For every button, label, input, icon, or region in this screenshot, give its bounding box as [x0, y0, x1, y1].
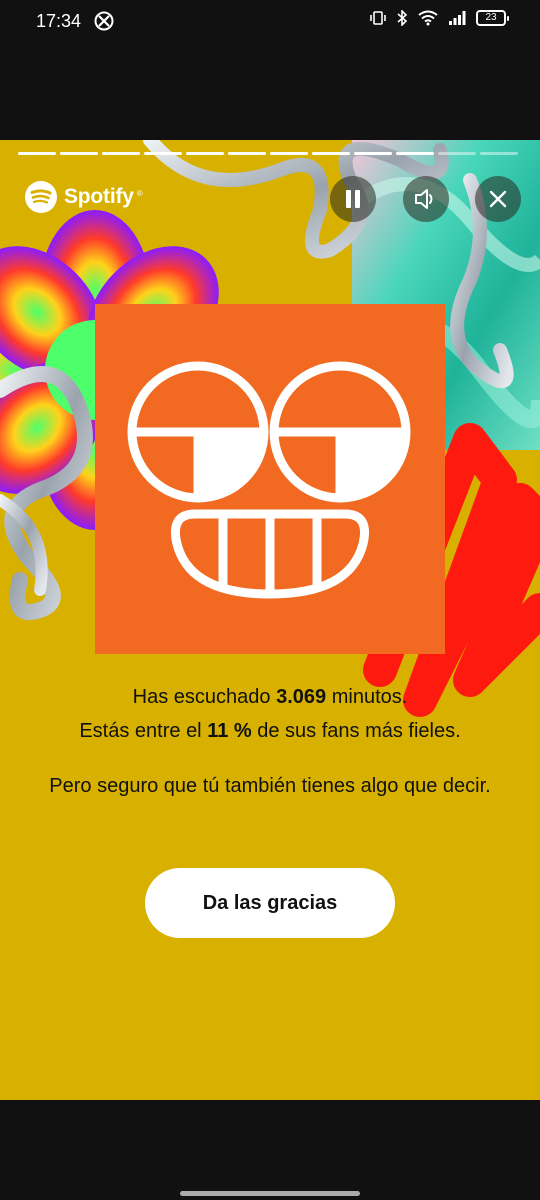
- close-button[interactable]: [475, 176, 521, 222]
- progress-segment: [270, 152, 308, 155]
- progress-segment: [144, 152, 182, 155]
- bluetooth-icon: [397, 10, 408, 26]
- vibrate-icon: [370, 11, 386, 25]
- status-bar: 17:34 23: [0, 0, 540, 42]
- spotify-logo-icon: [25, 181, 57, 213]
- wifi-icon: [418, 10, 438, 26]
- artist-cover-art: [95, 304, 445, 654]
- progress-segment: [102, 152, 140, 155]
- minutes-listened-text: Has escuchado 3.069 minutos.: [132, 686, 408, 708]
- brand-registered-mark: ®: [136, 188, 143, 198]
- fan-percent-value: 11 %: [207, 720, 252, 742]
- progress-segment: [186, 152, 224, 155]
- close-icon: [489, 190, 507, 208]
- story-card[interactable]: Spotify ® Has escuchado 3.069 minutos. E…: [0, 140, 540, 1100]
- story-message: Has escuchado 3.069 minutos. Estás entre…: [0, 680, 540, 802]
- smiling-face-illustration: [127, 361, 411, 599]
- progress-segment: [480, 152, 518, 155]
- story-progress: [18, 152, 518, 156]
- pause-icon: [346, 190, 360, 208]
- xbox-icon: [94, 11, 114, 31]
- progress-segment: [228, 152, 266, 155]
- spotify-brand: Spotify ®: [24, 180, 143, 214]
- progress-segment: [60, 152, 98, 155]
- prompt-text: Pero seguro que tú también tienes algo q…: [49, 775, 491, 797]
- fan-rank-text: Estás entre el 11 % de sus fans más fiel…: [79, 720, 461, 742]
- progress-segment: [354, 152, 392, 155]
- pause-button[interactable]: [330, 176, 376, 222]
- home-indicator[interactable]: [180, 1191, 360, 1196]
- thank-artist-button[interactable]: Da las gracias: [145, 868, 395, 938]
- progress-segment: [312, 152, 350, 155]
- progress-segment: [438, 152, 476, 155]
- minutes-value: 3.069: [276, 686, 327, 708]
- volume-icon: [415, 189, 433, 209]
- volume-button[interactable]: [403, 176, 449, 222]
- progress-segment: [396, 152, 434, 155]
- status-time: 17:34: [36, 11, 82, 31]
- signal-icon: [449, 11, 466, 25]
- battery-indicator: 23: [476, 10, 509, 26]
- brand-name: Spotify: [64, 185, 134, 208]
- progress-segment: [18, 152, 56, 155]
- status-icons: 23: [370, 10, 509, 26]
